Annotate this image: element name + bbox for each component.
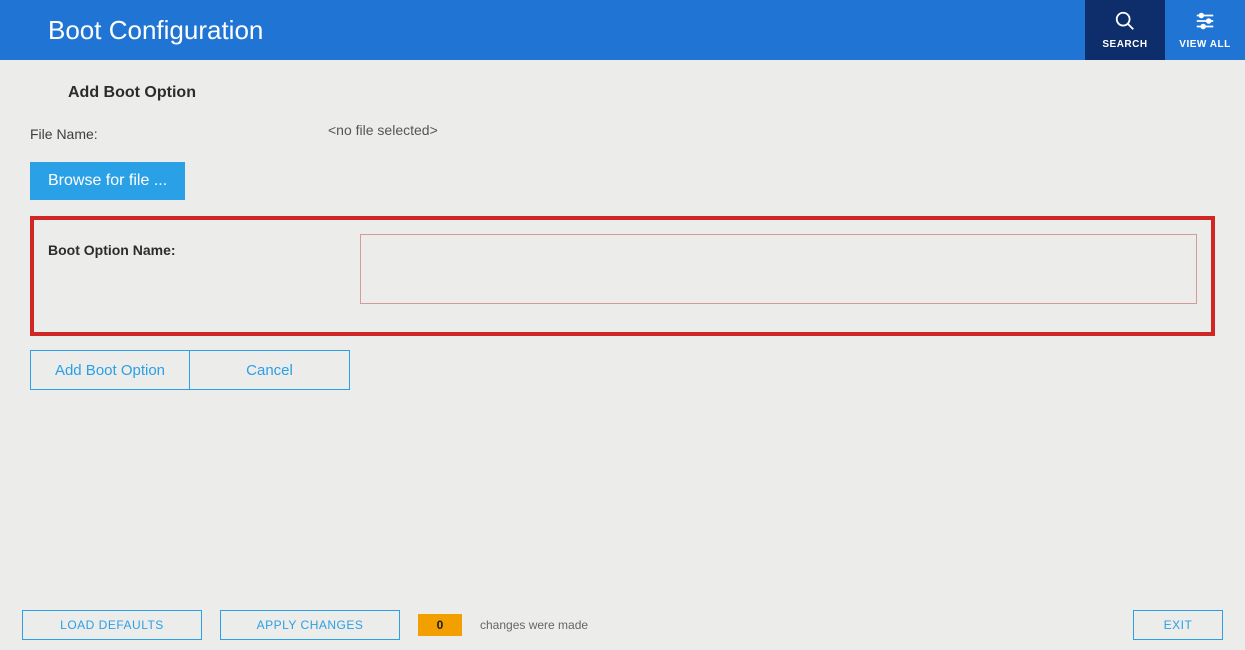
- page-title: Boot Configuration: [0, 0, 1085, 60]
- change-count-text: changes were made: [480, 618, 588, 632]
- action-button-row: Add Boot Option Cancel: [30, 350, 1215, 390]
- view-all-button[interactable]: VIEW ALL: [1165, 0, 1245, 60]
- footer-bar: LOAD DEFAULTS APPLY CHANGES 0 changes we…: [0, 610, 1245, 640]
- sliders-icon: [1194, 10, 1216, 35]
- boot-option-name-input[interactable]: [360, 234, 1197, 304]
- load-defaults-button[interactable]: LOAD DEFAULTS: [22, 610, 202, 640]
- section-heading: Add Boot Option: [68, 84, 1215, 102]
- exit-button[interactable]: EXIT: [1133, 610, 1223, 640]
- browse-for-file-button[interactable]: Browse for file ...: [30, 162, 185, 200]
- search-icon: [1114, 10, 1136, 35]
- add-boot-option-button[interactable]: Add Boot Option: [30, 350, 190, 390]
- search-button[interactable]: SEARCH: [1085, 0, 1165, 60]
- content-area: Add Boot Option File Name: <no file sele…: [0, 60, 1245, 390]
- view-all-label: VIEW ALL: [1179, 39, 1230, 50]
- change-count-badge: 0: [418, 614, 462, 636]
- file-name-label: File Name:: [30, 122, 328, 142]
- boot-option-name-label: Boot Option Name:: [48, 234, 360, 258]
- file-name-value: <no file selected>: [328, 122, 1215, 138]
- header-bar: Boot Configuration SEARCH VIEW ALL: [0, 0, 1245, 60]
- boot-option-name-section: Boot Option Name:: [30, 216, 1215, 336]
- file-name-row: File Name: <no file selected>: [30, 122, 1215, 142]
- cancel-button[interactable]: Cancel: [190, 350, 350, 390]
- search-label: SEARCH: [1102, 39, 1147, 50]
- apply-changes-button[interactable]: APPLY CHANGES: [220, 610, 400, 640]
